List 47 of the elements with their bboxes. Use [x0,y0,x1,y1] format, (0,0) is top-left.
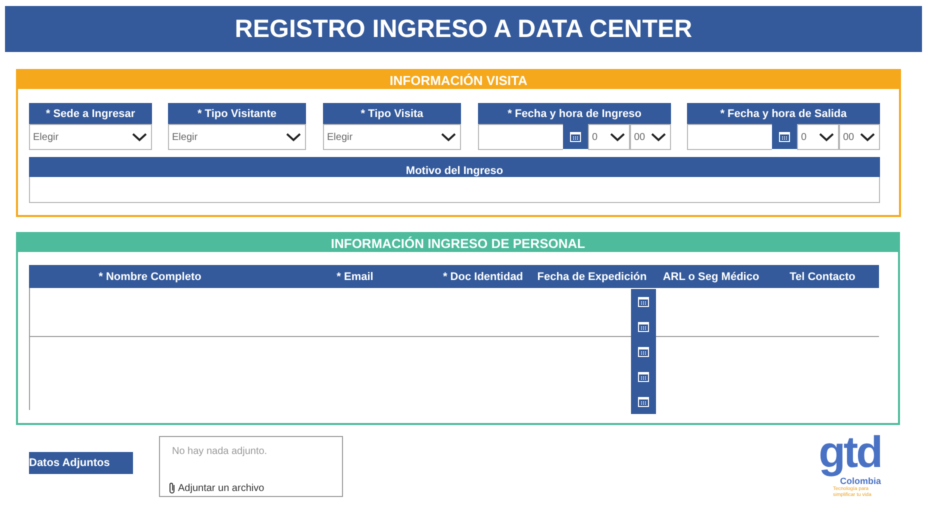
attach-file-link[interactable]: Adjuntar un archivo [168,482,338,494]
column-header: Tel Contacto [788,270,856,284]
calendar-button[interactable] [563,124,588,149]
field-label: * Tipo Visita [323,103,461,124]
calendar-icon [570,132,581,142]
calendar-button[interactable] [631,389,656,414]
chevron-down-icon [610,132,625,142]
dropdown[interactable]: Elegir [168,124,306,150]
chevron-down-icon [441,132,456,142]
chevron-down-icon [132,132,147,142]
field-label: * Fecha y hora de Salida [687,103,880,124]
section-title: INFORMACIÓN INGRESO DE PERSONAL [18,234,898,252]
chevron-down-icon [651,132,666,142]
section-title: INFORMACIÓN VISITA [18,71,899,89]
page-title: REGISTRO INGRESO A DATA CENTER [5,6,922,52]
chevron-down-icon [860,132,875,142]
column-header: * Email [336,270,374,284]
field-label: * Fecha y hora de Ingreso [478,103,671,124]
calendar-icon [638,346,649,356]
empty-message: No hay nada adjunto. [172,446,268,457]
logo-wordmark: gtd [818,430,881,476]
column-header: * Doc Identidad [442,270,524,284]
logo-country: Colombia [840,476,881,486]
dropdown[interactable]: Elegir [29,124,152,150]
field-label: * Sede a Ingresar [29,103,152,124]
calendar-icon [638,322,649,332]
column-header: ARL o Seg Médico [662,270,760,284]
calendar-icon [779,132,790,142]
field-label: Motivo del Ingreso [29,157,880,177]
calendar-icon [638,396,649,406]
calendar-button[interactable] [631,289,656,314]
chevron-down-icon [286,132,301,142]
column-header: * Nombre Completo [98,270,202,284]
attachments-label: Datos Adjuntos [29,452,133,474]
reason-field[interactable] [29,177,880,203]
calendar-icon [638,296,649,306]
chevron-down-icon [819,132,834,142]
minute-dropdown[interactable]: 00 [839,124,880,150]
minute-dropdown[interactable]: 00 [630,124,671,150]
hour-dropdown[interactable]: 0 [797,124,839,150]
column-header: Fecha de Expedición [536,270,648,284]
calendar-button[interactable] [772,124,797,149]
dropdown[interactable]: Elegir [323,124,461,150]
paperclip-icon [168,482,176,494]
calendar-icon [638,372,649,382]
hour-dropdown[interactable]: 0 [588,124,630,150]
field-label: * Tipo Visitante [168,103,306,124]
